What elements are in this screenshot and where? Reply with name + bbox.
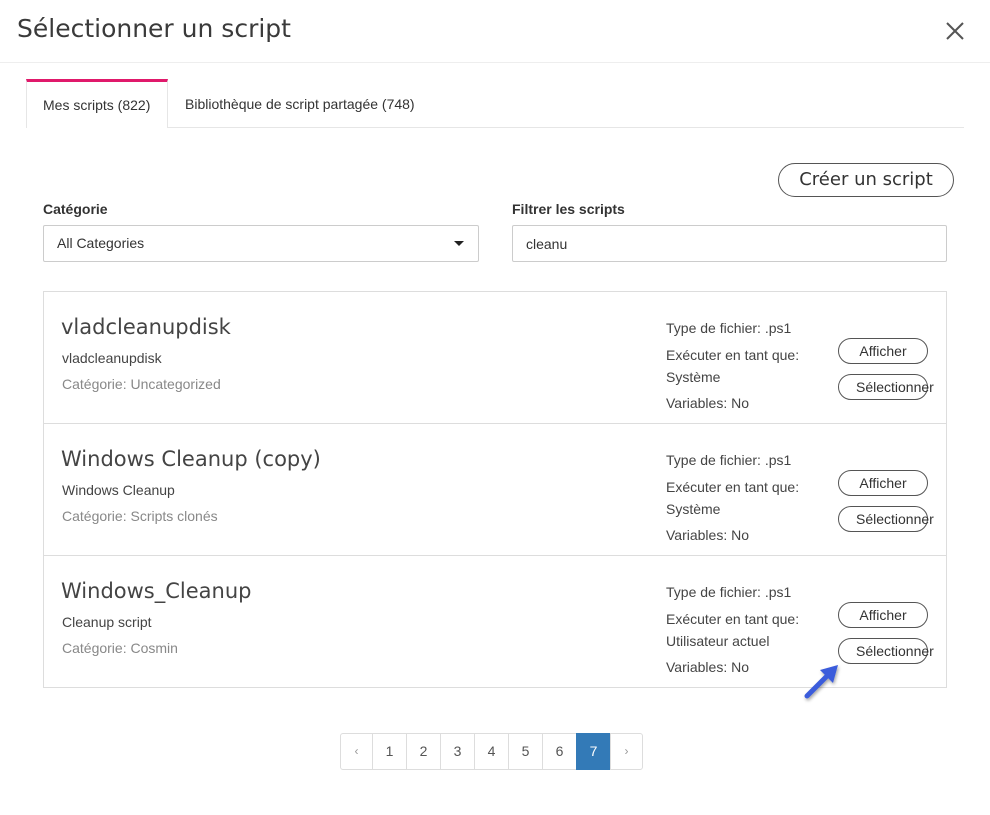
- close-icon: [946, 22, 964, 40]
- caret-down-icon: [454, 241, 464, 246]
- tab-shared-library[interactable]: Bibliothèque de script partagée (748): [169, 79, 431, 127]
- script-run-as-label: Exécuter en tant que:: [666, 347, 800, 363]
- page-5[interactable]: 5: [508, 733, 543, 770]
- script-variables: Variables: No: [666, 659, 750, 675]
- modal-title: Sélectionner un script: [17, 14, 291, 43]
- script-run-as-value: Système: [666, 369, 721, 385]
- create-script-button[interactable]: Créer un script: [778, 163, 954, 197]
- script-row: vladcleanupdisk vladcleanupdisk Catégori…: [44, 292, 946, 424]
- view-button[interactable]: Afficher: [838, 470, 928, 496]
- script-run-as-label: Exécuter en tant que:: [666, 479, 800, 495]
- select-button[interactable]: Sélectionner: [838, 374, 934, 400]
- filter-label: Filtrer les scripts: [512, 201, 625, 217]
- page-2[interactable]: 2: [406, 733, 441, 770]
- script-run-as-label: Exécuter en tant que:: [666, 611, 800, 627]
- view-button[interactable]: Afficher: [838, 602, 928, 628]
- category-label: Catégorie: [43, 201, 108, 217]
- page-4[interactable]: 4: [474, 733, 509, 770]
- script-title: vladcleanupdisk: [61, 315, 231, 339]
- script-category: Catégorie: Cosmin: [62, 640, 178, 656]
- script-title: Windows_Cleanup: [61, 579, 252, 603]
- tab-my-scripts[interactable]: Mes scripts (822): [26, 79, 168, 128]
- modal-header: Sélectionner un script: [0, 0, 990, 63]
- page-7-current[interactable]: 7: [576, 733, 611, 770]
- view-button[interactable]: Afficher: [838, 338, 928, 364]
- script-file-type: Type de fichier: .ps1: [666, 584, 792, 600]
- select-button[interactable]: Sélectionner: [838, 506, 934, 532]
- category-select[interactable]: All Categories: [43, 225, 479, 262]
- pagination-next[interactable]: ›: [610, 733, 643, 770]
- script-description: vladcleanupdisk: [62, 350, 162, 366]
- filter-scripts-input[interactable]: [512, 225, 947, 262]
- script-run-as-value: Système: [666, 501, 721, 517]
- close-button[interactable]: [938, 14, 972, 48]
- category-select-value: All Categories: [57, 235, 145, 251]
- select-button[interactable]: Sélectionner: [838, 638, 934, 664]
- script-file-type: Type de fichier: .ps1: [666, 320, 792, 336]
- script-variables: Variables: No: [666, 527, 750, 543]
- script-description: Windows Cleanup: [62, 482, 175, 498]
- script-file-type: Type de fichier: .ps1: [666, 452, 792, 468]
- tab-bar: Mes scripts (822) Bibliothèque de script…: [26, 79, 964, 128]
- pagination-prev[interactable]: ‹: [340, 733, 373, 770]
- page-1[interactable]: 1: [372, 733, 407, 770]
- page-3[interactable]: 3: [440, 733, 475, 770]
- script-list: vladcleanupdisk vladcleanupdisk Catégori…: [43, 291, 947, 688]
- script-category: Catégorie: Uncategorized: [62, 376, 221, 392]
- script-row: Windows Cleanup (copy) Windows Cleanup C…: [44, 424, 946, 556]
- page-6[interactable]: 6: [542, 733, 577, 770]
- script-variables: Variables: No: [666, 395, 750, 411]
- script-title: Windows Cleanup (copy): [61, 447, 321, 471]
- script-run-as-value: Utilisateur actuel: [666, 633, 770, 649]
- arrow-pointer-icon: [804, 665, 838, 699]
- script-category: Catégorie: Scripts clonés: [62, 508, 218, 524]
- pagination: ‹ 1 2 3 4 5 6 7 ›: [340, 733, 643, 770]
- script-description: Cleanup script: [62, 614, 152, 630]
